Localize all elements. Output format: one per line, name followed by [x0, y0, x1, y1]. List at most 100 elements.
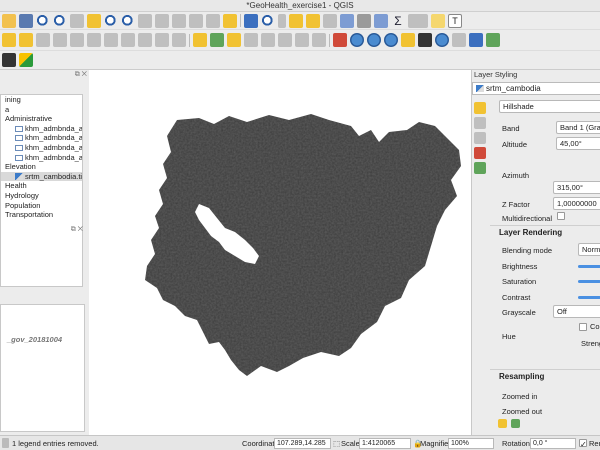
cut-features-icon[interactable] — [104, 33, 118, 47]
multidirectional-checkbox[interactable] — [557, 212, 565, 220]
label-tool-icon[interactable] — [193, 33, 207, 47]
paste-features-icon[interactable] — [138, 33, 152, 47]
sql-icon[interactable] — [452, 33, 466, 47]
rotation-input[interactable]: 0,0 ° — [530, 438, 576, 449]
blending-mode-select[interactable]: Norma — [578, 243, 600, 256]
add-feature-icon[interactable] — [53, 33, 67, 47]
histogram-icon[interactable] — [474, 132, 486, 144]
pan-to-selection-icon[interactable] — [19, 13, 33, 28]
magnifier-input[interactable]: 100% — [448, 438, 494, 449]
zoom-next-icon[interactable] — [155, 13, 169, 28]
transparency-icon[interactable] — [474, 117, 486, 129]
bookmark-icon[interactable] — [206, 13, 220, 28]
deselect-icon[interactable] — [306, 13, 320, 28]
scale-select[interactable]: 1:4120065 — [359, 438, 411, 449]
layers-panel-close-icon[interactable]: ⧉ ✕ — [75, 71, 87, 79]
resampling-section[interactable]: Resampling — [490, 369, 600, 383]
zoom-to-selection-icon[interactable] — [104, 13, 118, 28]
layer-rendering-section[interactable]: Layer Rendering — [490, 225, 600, 239]
azimuth-input[interactable]: 315,00° — [553, 181, 600, 194]
rotate-label-icon[interactable] — [278, 33, 292, 47]
layer-tree-item[interactable]: khm_admbnda_adm2_g — [1, 143, 82, 153]
redo-icon[interactable] — [172, 33, 186, 47]
zoom-in-icon[interactable] — [36, 13, 50, 28]
zoom-out-icon[interactable] — [53, 13, 67, 28]
altitude-input[interactable]: 45,00° — [556, 137, 600, 150]
brightness-slider[interactable] — [578, 265, 600, 268]
text-annotation-icon[interactable]: T — [448, 13, 462, 28]
save-edits-icon[interactable] — [36, 33, 50, 47]
grayscale-select[interactable]: Off — [553, 305, 600, 318]
render-checkbox[interactable] — [579, 437, 587, 450]
wms-globe-icon[interactable] — [350, 33, 364, 47]
new-3d-view-icon[interactable] — [189, 13, 203, 28]
layer-tree-item[interactable]: Health — [1, 181, 82, 191]
log-messages-icon[interactable] — [2, 438, 9, 448]
wfs-globe-icon[interactable] — [384, 33, 398, 47]
identify-features-icon[interactable] — [244, 13, 258, 28]
layer-tree-item[interactable]: khm_admbnda_adm1_g — [1, 133, 82, 143]
chevron-down-icon[interactable] — [323, 13, 337, 28]
copy-features-icon[interactable] — [121, 33, 135, 47]
openlayers-icon[interactable] — [435, 33, 449, 47]
select-by-value-icon[interactable] — [289, 13, 303, 28]
browser-item[interactable]: _gov_20181004 — [7, 335, 62, 344]
layer-tree-item[interactable]: khm_admbnda_adm0_g — [1, 124, 82, 134]
move-label-icon[interactable] — [261, 33, 275, 47]
browser-panel[interactable]: _gov_20181004 — [0, 304, 85, 432]
tools-wrench-icon[interactable] — [2, 53, 16, 67]
coordinate-input[interactable]: 107.289,14.285 — [274, 438, 331, 449]
layer-tree-item[interactable]: Population — [1, 201, 82, 211]
scale-lock-icon[interactable]: ⬚ — [333, 436, 340, 450]
python-console-icon[interactable] — [401, 33, 415, 47]
layer-selector[interactable]: srtm_cambodia — [472, 82, 600, 95]
layer-tree-item[interactable]: Elevation — [1, 162, 82, 172]
layer-tree-item[interactable]: khm_admbnda_adm3_g — [1, 153, 82, 163]
plugin-icon[interactable] — [418, 33, 432, 47]
vertex-tool-icon[interactable] — [70, 33, 84, 47]
zoom-full-icon[interactable] — [87, 13, 101, 28]
pin-labels-icon[interactable] — [227, 33, 241, 47]
qgis-plugin-icon[interactable] — [19, 53, 33, 67]
symbology-brush-icon[interactable] — [474, 102, 486, 114]
zfactor-input[interactable]: 1,00000000 — [553, 197, 600, 210]
measure-icon[interactable] — [408, 13, 428, 28]
change-label-icon[interactable] — [295, 33, 309, 47]
georeferencer-icon[interactable] — [333, 33, 347, 47]
attribute-table-icon[interactable] — [340, 13, 354, 28]
renderer-select[interactable]: Hillshade — [499, 100, 600, 113]
show-hide-labels-icon[interactable] — [312, 33, 326, 47]
zoom-rubber-band-icon[interactable] — [70, 13, 84, 28]
undo-icon[interactable] — [155, 33, 169, 47]
history-icon[interactable] — [474, 162, 486, 174]
metadata-icon[interactable] — [469, 33, 483, 47]
pan-hand-icon[interactable] — [2, 13, 16, 28]
zoom-to-layer-icon[interactable] — [121, 13, 135, 28]
layer-tree-item[interactable]: a — [1, 105, 82, 115]
toggle-editing-pencil-icon[interactable] — [19, 33, 33, 47]
band-select[interactable]: Band 1 (Gray) — [556, 121, 600, 134]
apply-style-icon[interactable] — [511, 419, 520, 428]
layer-tree-item[interactable]: Administrative — [1, 114, 82, 124]
layer-tree-item[interactable]: Hydrology — [1, 191, 82, 201]
quick-map-icon[interactable] — [486, 33, 500, 47]
label-layer-icon[interactable] — [210, 33, 224, 47]
style-manager-icon[interactable] — [474, 147, 486, 159]
contrast-slider[interactable] — [578, 296, 600, 299]
layer-tree-item[interactable]: srtm_cambodia.tif — [1, 171, 82, 182]
map-tips-icon[interactable] — [431, 13, 445, 28]
zoom-last-icon[interactable] — [138, 13, 152, 28]
web-globe-icon[interactable] — [367, 33, 381, 47]
statistics-sigma-icon[interactable]: Σ — [391, 14, 405, 28]
new-map-view-icon[interactable] — [172, 13, 186, 28]
map-canvas[interactable] — [89, 70, 471, 435]
chevron-down-icon[interactable] — [278, 13, 286, 28]
saturation-slider[interactable] — [578, 280, 600, 283]
processing-toolbox-icon[interactable] — [374, 13, 388, 28]
delete-selected-icon[interactable] — [87, 33, 101, 47]
layer-tree-item[interactable]: ining — [1, 95, 82, 105]
layers-panel[interactable]: iningaAdministrativekhm_admbnda_adm0_gkh… — [0, 94, 83, 287]
browser-panel-close-icon[interactable]: ⧉ ✕ — [71, 226, 83, 234]
field-calculator-icon[interactable] — [357, 13, 371, 28]
refresh-icon[interactable] — [223, 13, 237, 28]
